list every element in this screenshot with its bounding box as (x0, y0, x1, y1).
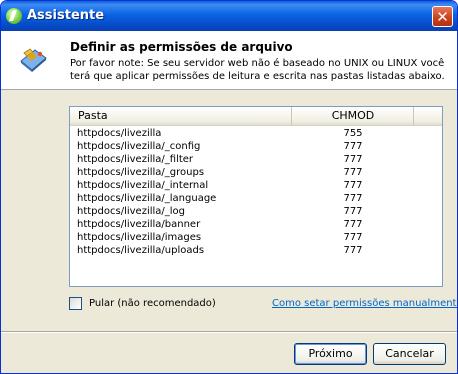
folder-path: httpdocs/livezilla (77, 128, 162, 139)
wizard-header: Definir as permissões de arquivo Por fav… (1, 31, 457, 90)
cancel-button[interactable]: Cancelar (373, 343, 446, 365)
folder-path: httpdocs/livezilla/banner (77, 219, 201, 230)
folder-path: httpdocs/livezilla/_internal (77, 180, 209, 191)
window-title: Assistente (27, 8, 105, 23)
folder-path: httpdocs/livezilla/uploads (77, 245, 205, 256)
wizard-window: Assistente ✕ Definir as permissões de ar… (0, 0, 458, 374)
chmod-value: 777 (343, 219, 363, 230)
page-title: Definir as permissões de arquivo (70, 40, 293, 54)
footer-separator (1, 331, 457, 333)
skip-checkbox[interactable] (69, 297, 82, 310)
column-header-chmod[interactable]: CHMOD (293, 107, 414, 125)
next-button[interactable]: Próximo (294, 343, 367, 365)
list-header: Pasta CHMOD (70, 107, 442, 126)
folder-permissions-list[interactable]: Pasta CHMOD httpdocs/livezilla 755 httpdo… (69, 106, 443, 287)
list-row[interactable]: httpdocs/livezilla/_groups 777 (70, 166, 442, 179)
list-row[interactable]: httpdocs/livezilla/_log 777 (70, 205, 442, 218)
chmod-value: 777 (343, 232, 363, 243)
chmod-value: 777 (343, 180, 363, 191)
folder-path: httpdocs/livezilla/_config (77, 141, 201, 152)
page-description: Por favor note: Se seu servidor web não … (70, 58, 445, 82)
list-row[interactable]: httpdocs/livezilla/_internal 777 (70, 179, 442, 192)
folder-path: httpdocs/livezilla/_groups (77, 167, 205, 178)
list-row[interactable]: httpdocs/livezilla/_filter 777 (70, 153, 442, 166)
chmod-value: 777 (343, 167, 363, 178)
folder-path: httpdocs/livezilla/_language (77, 193, 217, 204)
list-row[interactable]: httpdocs/livezilla/uploads 777 (70, 244, 442, 257)
chmod-value: 755 (343, 128, 363, 139)
list-row[interactable]: httpdocs/livezilla/images 777 (70, 231, 442, 244)
app-icon (6, 8, 22, 24)
column-header-pasta[interactable]: Pasta (70, 107, 292, 125)
title-bar[interactable]: Assistente ✕ (1, 1, 457, 31)
folder-path: httpdocs/livezilla/images (77, 232, 202, 243)
folder-path: httpdocs/livezilla/_filter (77, 154, 194, 165)
close-button[interactable]: ✕ (432, 6, 453, 27)
chmod-value: 777 (343, 206, 363, 217)
folder-settings-icon (20, 48, 47, 72)
list-row[interactable]: httpdocs/livezilla/banner 777 (70, 218, 442, 231)
chmod-value: 777 (343, 245, 363, 256)
list-row[interactable]: httpdocs/livezilla/_language 777 (70, 192, 442, 205)
chmod-value: 777 (343, 193, 363, 204)
folder-path: httpdocs/livezilla/_log (77, 206, 186, 217)
manual-permissions-link[interactable]: Como setar permissões manualmente (272, 297, 457, 310)
skip-label[interactable]: Pular (não recomendado) (89, 297, 216, 310)
list-row[interactable]: httpdocs/livezilla/_config 777 (70, 140, 442, 153)
list-row[interactable]: httpdocs/livezilla 755 (70, 127, 442, 140)
chmod-value: 777 (343, 154, 363, 165)
chmod-value: 777 (343, 141, 363, 152)
